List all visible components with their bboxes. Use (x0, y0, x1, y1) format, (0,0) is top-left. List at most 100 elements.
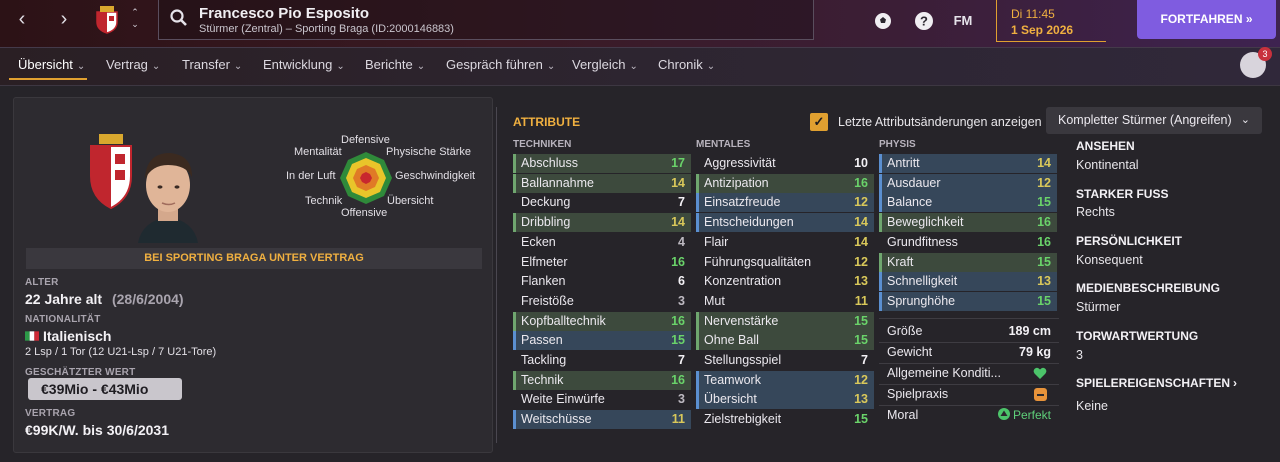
tab-label: Berichte (365, 57, 413, 72)
attribute-name: Antizipation (704, 175, 769, 190)
attribute-row[interactable]: Ballannahme 14 (513, 173, 691, 193)
heart-icon[interactable] (1033, 367, 1047, 380)
estimated-value[interactable]: €39Mio - €43Mio (28, 378, 182, 400)
search-icon[interactable] (169, 8, 189, 28)
height-row: Größe 189 cm (879, 322, 1057, 342)
continue-button[interactable]: FORTFAHREN » (1137, 0, 1276, 39)
attribute-row[interactable]: Deckung 7 (513, 193, 691, 212)
back-arrow-icon[interactable]: ‹ (10, 8, 34, 32)
attribute-row[interactable]: Flair 14 (696, 233, 874, 252)
date-display[interactable]: Di 11:45 1 Sep 2026 (996, 0, 1106, 42)
attribute-polar-chart[interactable] (338, 150, 394, 206)
attribute-value: 10 (854, 156, 868, 170)
attribute-row[interactable]: Nervenstärke 15 (696, 311, 874, 331)
attribute-row[interactable]: Kopfballtechnik 16 (513, 311, 691, 331)
attribute-highlight-bar (879, 272, 882, 292)
morale-row: Moral Perfekt (879, 406, 1057, 426)
fm-menu-icon[interactable]: FM (952, 10, 974, 32)
attribute-value: 16 (671, 372, 685, 387)
tab-development[interactable]: Entwicklung ⌄ (263, 57, 345, 72)
attribute-row[interactable]: Ohne Ball 15 (696, 331, 874, 351)
attribute-row[interactable]: Teamwork 12 (696, 370, 874, 390)
attribute-row[interactable]: Zielstrebigkeit 15 (696, 410, 874, 429)
morale-value[interactable]: Perfekt (997, 408, 1051, 422)
tab-overview[interactable]: Übersicht ⌄ (18, 57, 85, 72)
attribute-highlight-bar (879, 193, 882, 213)
player-switch-icon[interactable]: ⌃ ⌄ (128, 6, 142, 30)
polar-label-technique: Technik (305, 195, 343, 207)
attribute-row[interactable]: Konzentration 13 (696, 272, 874, 291)
attribute-name: Mut (704, 293, 725, 308)
attribute-value: 7 (861, 353, 868, 367)
attribute-row[interactable]: Flanken 6 (513, 272, 691, 291)
nationality-value[interactable]: Italienisch (25, 328, 111, 344)
chevron-down-icon: ⌄ (76, 61, 86, 72)
attribute-name: Stellungsspiel (704, 353, 782, 367)
attribute-name: Kopfballtechnik (521, 313, 606, 328)
attribute-row[interactable]: Sprunghöhe 15 (879, 291, 1057, 311)
attribute-row[interactable]: Tackling 7 (513, 351, 691, 370)
attribute-name: Weite Einwürfe (521, 392, 605, 407)
help-icon[interactable]: ? (913, 10, 935, 32)
attribute-value: 6 (678, 274, 685, 289)
attribute-row[interactable]: Mut 11 (696, 292, 874, 311)
attribute-name: Nervenstärke (704, 313, 779, 328)
tab-history[interactable]: Chronik ⌄ (658, 57, 715, 72)
club-crest-large-icon (90, 134, 132, 210)
tab-label: Transfer (182, 57, 230, 72)
attribute-name: Weitschüsse (521, 412, 592, 427)
attribute-row[interactable]: Schnelligkeit 13 (879, 272, 1057, 292)
attribute-row[interactable]: Einsatzfreude 12 (696, 193, 874, 213)
attribute-row[interactable]: Kraft 15 (879, 252, 1057, 272)
club-crest-icon[interactable] (94, 4, 120, 34)
tab-reports[interactable]: Berichte ⌄ (365, 57, 425, 72)
technical-header: TECHNIKEN (513, 139, 572, 150)
attribute-row[interactable]: Weite Einwürfe 3 (513, 390, 691, 409)
tab-transfer[interactable]: Transfer ⌄ (182, 57, 242, 72)
attribute-value: 14 (1037, 156, 1051, 170)
attribute-row[interactable]: Freistöße 3 (513, 292, 691, 311)
player-traits-link[interactable]: SPIELEREIGENSCHAFTEN › (1076, 376, 1237, 390)
attribute-row[interactable]: Balance 15 (879, 193, 1057, 213)
attribute-row[interactable]: Entscheidungen 14 (696, 213, 874, 233)
tab-label: Gespräch führen (446, 57, 543, 72)
attribute-row[interactable]: Ecken 4 (513, 233, 691, 252)
tab-compare[interactable]: Vergleich ⌄ (572, 57, 638, 72)
height-value: 189 cm (1008, 324, 1051, 338)
show-changes-checkbox[interactable]: ✓ (810, 113, 828, 131)
attribute-row[interactable]: Beweglichkeit 16 (879, 213, 1057, 233)
media-description-label: MEDIENBESCHREIBUNG (1076, 281, 1221, 295)
international-caps: 2 Lsp / 1 Tor (12 U21-Lsp / 7 U21-Tore) (25, 346, 217, 358)
attribute-row[interactable]: Weitschüsse 11 (513, 410, 691, 430)
attribute-value: 7 (678, 195, 685, 210)
attribute-row[interactable]: Technik 16 (513, 370, 691, 390)
attribute-row[interactable]: Dribbling 14 (513, 213, 691, 233)
weight-label: Gewicht (887, 345, 933, 359)
football-icon[interactable] (872, 10, 894, 32)
role-dropdown[interactable]: Kompletter Stürmer (Angreifen) ⌄ (1046, 107, 1262, 134)
attribute-row[interactable]: Stellungsspiel 7 (696, 351, 874, 370)
chevron-down-icon: ⌄ (706, 61, 716, 72)
attribute-row[interactable]: Antizipation 16 (696, 173, 874, 193)
attribute-row[interactable]: Aggressivität 10 (696, 154, 874, 173)
chevron-down-icon: ⌄ (336, 61, 345, 72)
attribute-row[interactable]: Führungsqualitäten 12 (696, 253, 874, 272)
attribute-row[interactable]: Passen 15 (513, 331, 691, 351)
contract-label: VERTRAG (25, 408, 76, 419)
attribute-row[interactable]: Übersicht 13 (696, 390, 874, 410)
attribute-row[interactable]: Antritt 14 (879, 154, 1057, 173)
attribute-row[interactable]: Elfmeter 16 (513, 253, 691, 272)
attribute-row[interactable]: Abschluss 17 (513, 154, 691, 173)
match-practice-icon[interactable] (1034, 388, 1047, 401)
search-bar[interactable]: Francesco Pio Esposito Stürmer (Zentral)… (158, 0, 814, 40)
tab-talk[interactable]: Gespräch führen ⌄ (446, 57, 555, 72)
attribute-row[interactable]: Grundfitness 16 (879, 233, 1057, 252)
tab-contract[interactable]: Vertrag ⌄ (106, 57, 160, 72)
italy-flag-icon (25, 331, 39, 341)
attribute-highlight-bar (879, 213, 882, 233)
date-text: 1 Sep 2026 (1011, 23, 1074, 37)
attribute-row[interactable]: Ausdauer 12 (879, 173, 1057, 193)
attribute-value: 7 (678, 353, 685, 367)
forward-arrow-icon[interactable]: › (52, 8, 76, 32)
tab-label: Vergleich (572, 57, 626, 72)
